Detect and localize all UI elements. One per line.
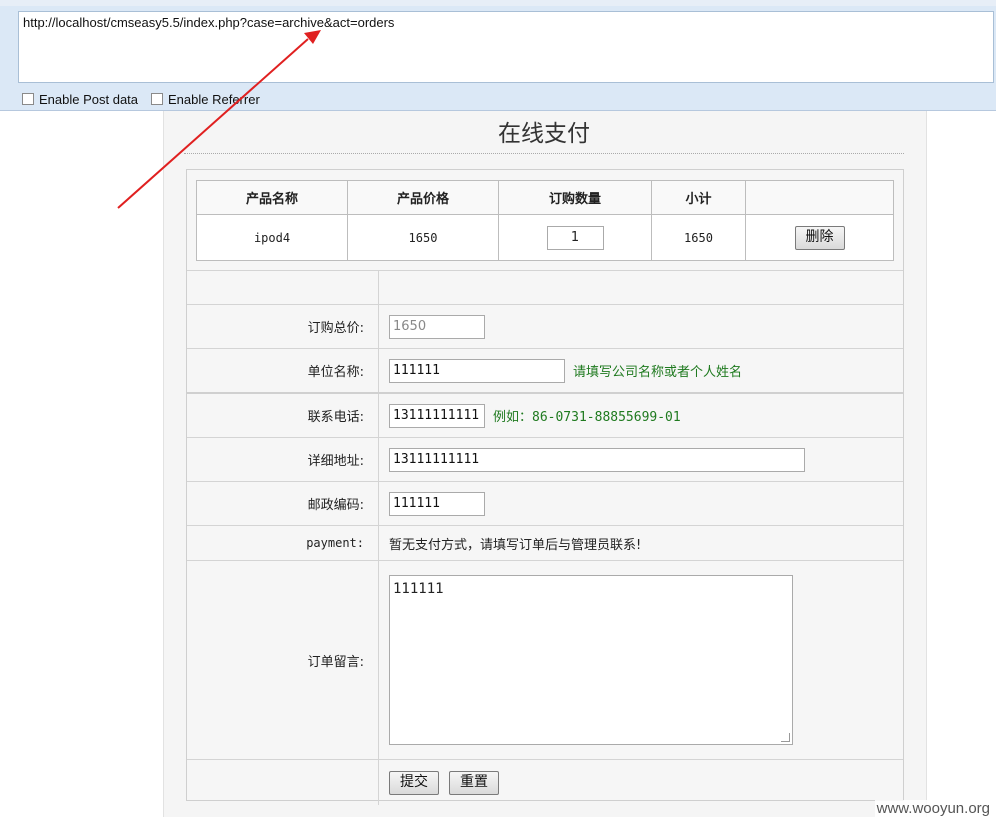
address-row: 详细地址: 13111111111 — [187, 437, 903, 481]
note-value-cell: 111111 — [379, 561, 903, 759]
zip-label: 邮政编码: — [187, 482, 379, 525]
payment-value: 暂无支付方式，请填写订单后与管理员联系! — [389, 537, 642, 553]
enable-referrer-checkbox[interactable] — [151, 93, 163, 105]
total-label: 订购总价: — [187, 305, 379, 348]
note-label: 订单留言: — [187, 561, 379, 759]
phone-label: 联系电话: — [187, 394, 379, 437]
company-field[interactable]: 111111 — [389, 358, 565, 383]
zip-field[interactable]: 111111 — [389, 491, 485, 516]
enable-post-option[interactable]: Enable Post data — [22, 91, 138, 107]
page-title: 在线支付 — [184, 119, 904, 154]
total-row: 订购总价: 1650 — [187, 304, 903, 348]
company-hint: 请填写公司名称或者个人姓名 — [573, 365, 743, 380]
address-label: 详细地址: — [187, 438, 379, 481]
actions-label — [187, 760, 379, 805]
cell-subtotal: 1650 — [651, 214, 746, 261]
empty-value — [379, 271, 903, 304]
empty-row — [187, 270, 903, 304]
order-page: 在线支付 产品名称 产品价格 订购数量 小计 ipod4 1650 1 1650… — [163, 111, 927, 817]
toolbar-strip — [0, 0, 996, 6]
enable-referrer-label: Enable Referrer — [168, 91, 260, 107]
col-product-price: 产品价格 — [347, 179, 499, 216]
payment-row: payment: 暂无支付方式，请填写订单后与管理员联系! — [187, 525, 903, 560]
company-row: 单位名称: 111111 请填写公司名称或者个人姓名 — [187, 348, 903, 392]
actions-cell: 提交 重置 — [379, 760, 903, 805]
cart-header-row: 产品名称 产品价格 订购数量 小计 — [196, 179, 894, 216]
total-price-field[interactable]: 1650 — [389, 314, 485, 339]
address-value-cell: 13111111111 — [379, 438, 903, 481]
enable-referrer-option[interactable]: Enable Referrer — [151, 91, 260, 107]
enable-post-label: Enable Post data — [39, 91, 139, 107]
payment-label: payment: — [187, 526, 379, 560]
order-form: 产品名称 产品价格 订购数量 小计 ipod4 1650 1 1650 删除 订… — [186, 169, 904, 805]
zip-row: 邮政编码: 111111 — [187, 481, 903, 525]
zip-value-cell: 111111 — [379, 482, 903, 525]
url-textarea[interactable]: http://localhost/cmseasy5.5/index.php?ca… — [18, 11, 994, 83]
form-rows: 订购总价: 1650 单位名称: 111111 请填写公司名称或者个人姓名 联系… — [187, 270, 903, 805]
submit-button[interactable]: 提交 — [389, 770, 439, 795]
delete-button[interactable]: 删除 — [794, 225, 845, 250]
company-label: 单位名称: — [187, 349, 379, 392]
actions-row: 提交 重置 — [187, 759, 903, 805]
cell-quantity: 1 — [498, 214, 652, 261]
phone-hint: 例如：86-0731-88855699-01 — [493, 410, 681, 425]
cart-table: 产品名称 产品价格 订购数量 小计 ipod4 1650 1 1650 删除 — [196, 179, 894, 261]
url-text: http://localhost/cmseasy5.5/index.php?ca… — [23, 15, 395, 30]
col-product-name: 产品名称 — [196, 179, 348, 216]
watermark: www.wooyun.org — [874, 800, 992, 817]
enable-post-checkbox[interactable] — [22, 93, 34, 105]
reset-button[interactable]: 重置 — [449, 770, 499, 795]
address-field[interactable]: 13111111111 — [389, 447, 805, 472]
quantity-input[interactable]: 1 — [546, 225, 604, 250]
note-textarea[interactable]: 111111 — [389, 575, 793, 745]
cell-action: 删除 — [745, 214, 894, 261]
col-action — [745, 179, 894, 216]
phone-field[interactable]: 13111111111 — [389, 403, 485, 428]
col-subtotal: 小计 — [651, 179, 746, 216]
phone-value-cell: 13111111111 例如：86-0731-88855699-01 — [379, 394, 903, 437]
cell-product-price: 1650 — [347, 214, 499, 261]
resize-grip-icon[interactable] — [781, 733, 790, 742]
note-text: 111111 — [393, 581, 444, 597]
table-row: ipod4 1650 1 1650 删除 — [196, 214, 894, 261]
hackbar-panel: http://localhost/cmseasy5.5/index.php?ca… — [0, 0, 996, 111]
col-quantity: 订购数量 — [498, 179, 652, 216]
cell-product-name: ipod4 — [196, 214, 348, 261]
note-row: 订单留言: 111111 — [187, 560, 903, 759]
phone-row: 联系电话: 13111111111 例如：86-0731-88855699-01 — [187, 392, 903, 437]
company-value-cell: 111111 请填写公司名称或者个人姓名 — [379, 349, 903, 392]
empty-label — [187, 271, 379, 304]
total-value-cell: 1650 — [379, 305, 903, 348]
